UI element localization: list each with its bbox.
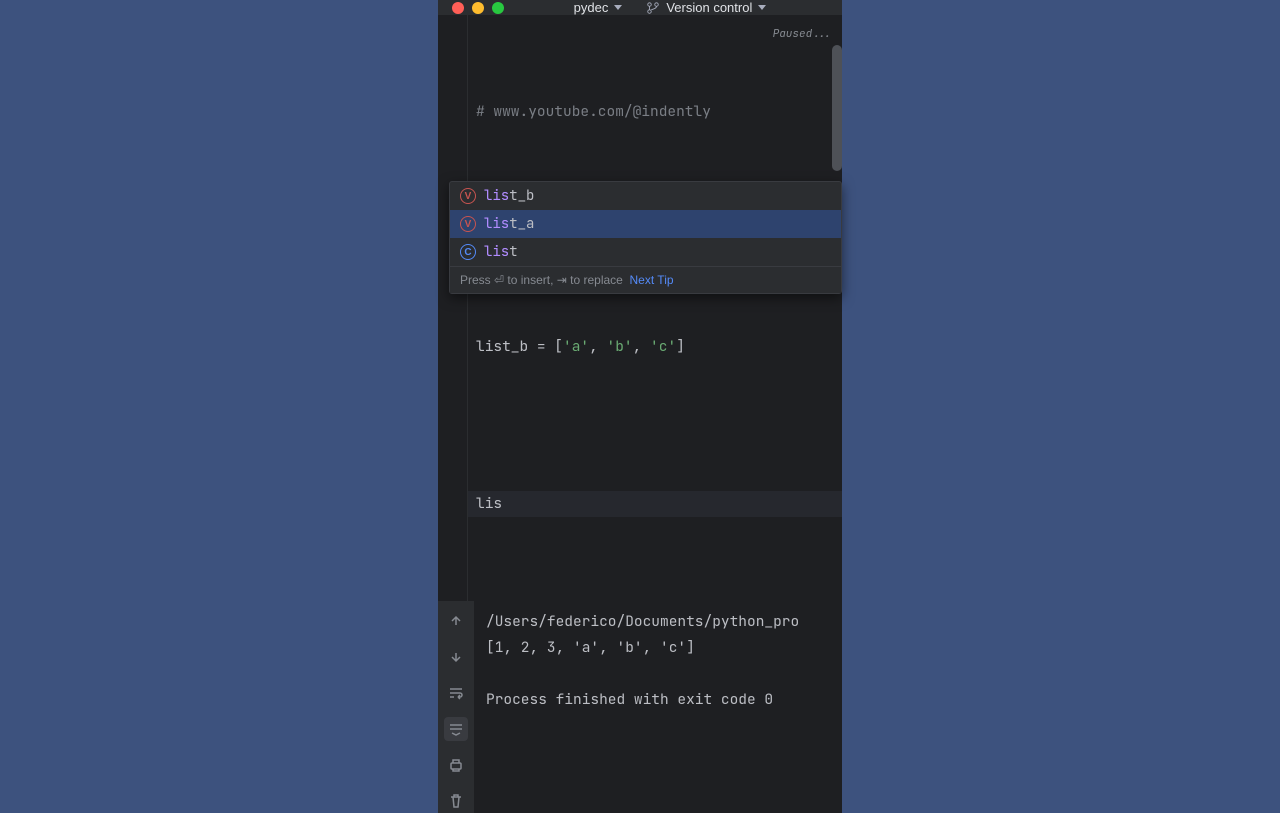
wrap-button[interactable] — [444, 681, 468, 705]
scroll-to-end-button[interactable] — [444, 717, 468, 741]
class-icon: C — [460, 244, 476, 260]
chevron-down-icon — [758, 5, 766, 10]
autocomplete-popup: V list_b V list_a C list Press ⏎ to inse… — [449, 181, 842, 294]
console-panel: /Users/federico/Documents/python_pro[1, … — [438, 601, 842, 813]
scrollbar[interactable] — [832, 45, 842, 171]
variable-icon: V — [460, 188, 476, 204]
up-button[interactable] — [444, 609, 468, 633]
titlebar: pydec Version control — [438, 0, 842, 15]
autocomplete-item[interactable]: C list — [450, 238, 841, 266]
console-exit: Process finished with exit code 0 — [486, 687, 830, 713]
variable-icon: V — [460, 216, 476, 232]
ide-window: pydec Version control Paused... # www.yo… — [438, 0, 842, 720]
console-line: [1, 2, 3, 'a', 'b', 'c'] — [486, 635, 830, 661]
version-control-dropdown[interactable]: Version control — [646, 0, 766, 15]
console-toolbar — [438, 601, 474, 813]
autocomplete-footer: Press ⏎ to insert, ⇥ to replace Next Tip — [450, 266, 841, 293]
code-line: list_b = ['a', 'b', 'c'] — [476, 334, 834, 360]
project-name: pydec — [574, 0, 609, 15]
window-controls — [452, 2, 504, 14]
project-dropdown[interactable]: pydec — [574, 0, 623, 15]
down-button[interactable] — [444, 645, 468, 669]
autocomplete-item[interactable]: V list_a — [450, 210, 841, 238]
console-output[interactable]: /Users/federico/Documents/python_pro[1, … — [474, 601, 842, 813]
code-editor[interactable]: Paused... # www.youtube.com/@indently li… — [468, 15, 842, 601]
gutter — [438, 15, 468, 601]
editor-area: Paused... # www.youtube.com/@indently li… — [438, 15, 842, 601]
trash-button[interactable] — [444, 789, 468, 813]
next-tip-link[interactable]: Next Tip — [630, 273, 674, 287]
chevron-down-icon — [614, 5, 622, 10]
print-button[interactable] — [444, 753, 468, 777]
titlebar-center: pydec Version control — [512, 0, 828, 15]
console-path: /Users/federico/Documents/python_pro — [486, 609, 830, 635]
vc-label: Version control — [666, 0, 752, 15]
paused-label: Paused... — [773, 25, 832, 45]
branch-icon — [646, 1, 660, 15]
maximize-icon[interactable] — [492, 2, 504, 14]
current-line: lis — [468, 491, 842, 517]
comment-line: # www.youtube.com/@indently — [476, 102, 711, 121]
minimize-icon[interactable] — [472, 2, 484, 14]
autocomplete-item[interactable]: V list_b — [450, 182, 841, 210]
close-icon[interactable] — [452, 2, 464, 14]
